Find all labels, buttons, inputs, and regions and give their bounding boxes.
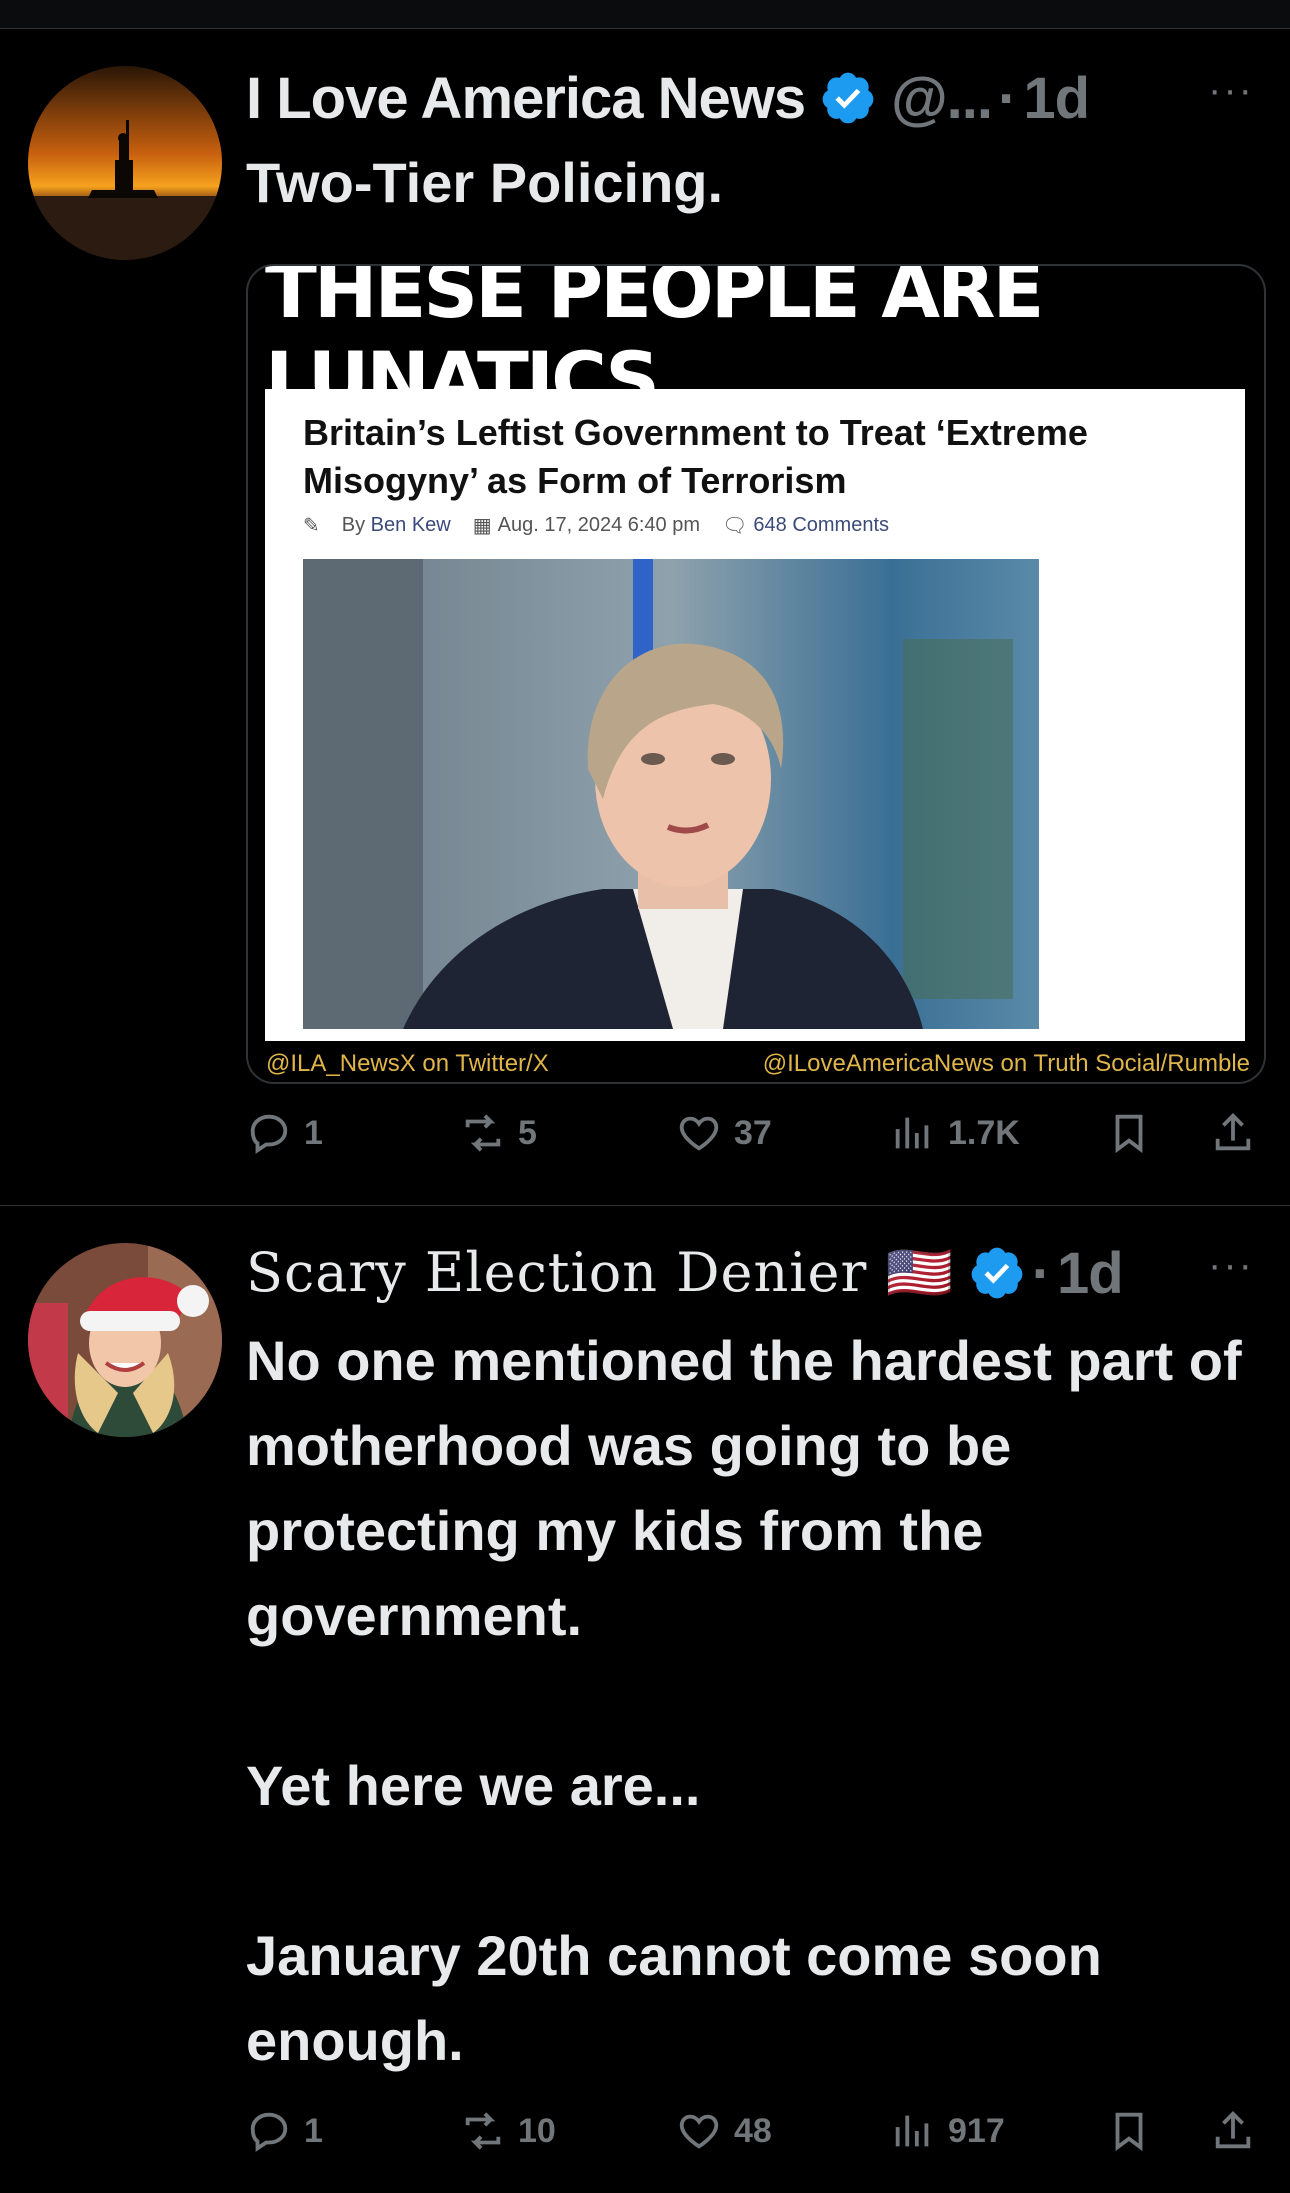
tweet-divider: [0, 1205, 1290, 1206]
article-headline: Britain’s Leftist Government to Treat ‘E…: [303, 412, 1088, 501]
like-button[interactable]: 37: [676, 1110, 772, 1156]
bookmark-button[interactable]: [1106, 2108, 1164, 2154]
avatar-i-love-america-news[interactable]: [28, 66, 222, 260]
timestamp[interactable]: 1d: [1023, 65, 1090, 132]
views-button[interactable]: 1.7K: [890, 1110, 1020, 1156]
calendar-icon: ▦: [472, 515, 492, 537]
like-button[interactable]: 48: [676, 2108, 772, 2154]
tweet-header: Scary Election Denier 🇺🇸 · 1d: [246, 1233, 1124, 1313]
tweet-text: Two-Tier Policing.: [246, 151, 724, 214]
repost-button[interactable]: 5: [460, 1110, 537, 1156]
separator-dot: ·: [1031, 1240, 1052, 1306]
repost-icon: [465, 2112, 501, 2150]
image-caption: @ILA_NewsX on Twitter/X @ILoveAmericaNew…: [248, 1050, 1264, 1078]
reply-icon: [250, 2112, 288, 2152]
verified-badge-icon: [968, 1244, 1026, 1302]
reply-icon: [250, 1114, 288, 1154]
tweet-actions: 1 10 48 917: [246, 2108, 1256, 2168]
tweet-actions: 1 5 37 1.7K: [246, 1110, 1256, 1170]
views-button[interactable]: 917: [890, 2108, 1005, 2154]
author-handle[interactable]: @...: [891, 65, 993, 132]
reply-button[interactable]: 1: [246, 1110, 323, 1156]
reply-button[interactable]: 1: [246, 2108, 323, 2154]
heart-icon: [679, 2114, 719, 2149]
tweet-text: No one mentioned the hardest part of mot…: [246, 1329, 1242, 2072]
repost-button[interactable]: 10: [460, 2108, 556, 2154]
bookmark-button[interactable]: [1106, 1110, 1164, 1156]
comments-icon: 🗨: [722, 515, 748, 537]
view-count: 917: [948, 2111, 1005, 2150]
verified-badge-icon: [819, 69, 877, 127]
view-count: 1.7K: [948, 1113, 1020, 1152]
article-photo: [303, 559, 1039, 1029]
byline-prefix: By: [341, 514, 366, 536]
share-button[interactable]: [1210, 2108, 1268, 2154]
more-options-icon[interactable]: ···: [1208, 68, 1254, 113]
heart-icon: [679, 1116, 719, 1151]
article-date: Aug. 17, 2024 6:40 pm: [497, 514, 701, 536]
views-icon: [895, 2115, 929, 2147]
author-name[interactable]: I Love America News: [246, 65, 806, 132]
tweet-media-image[interactable]: THESE PEOPLE ARE LUNATICS Britain’s Left…: [246, 264, 1266, 1084]
bookmark-icon: [1115, 2112, 1143, 2152]
like-count: 37: [734, 1113, 772, 1152]
reply-count: 1: [304, 2111, 323, 2150]
pencil-icon: ✎: [303, 515, 320, 537]
caption-left: @ILA_NewsX on Twitter/X: [266, 1050, 549, 1077]
repost-icon: [465, 1114, 501, 1152]
share-button[interactable]: [1210, 1110, 1268, 1156]
views-icon: [895, 1117, 929, 1149]
reply-count: 1: [304, 1113, 323, 1152]
article-byline: ✎ By Ben Kew ▦ Aug. 17, 2024 6:40 pm 🗨 6…: [303, 513, 889, 538]
top-status-strip: [0, 0, 1290, 29]
separator-dot: ·: [998, 65, 1018, 131]
author-name[interactable]: Scary Election Denier 🇺🇸: [246, 1241, 954, 1305]
timestamp[interactable]: 1d: [1057, 1240, 1124, 1307]
repost-count: 10: [518, 2111, 556, 2150]
tweet-header: I Love America News @... · 1d: [246, 58, 1090, 138]
article-comments: 648 Comments: [753, 514, 890, 536]
meme-banner: THESE PEOPLE ARE LUNATICS: [265, 266, 1245, 424]
like-count: 48: [734, 2111, 772, 2150]
article-author: Ben Kew: [370, 514, 451, 536]
share-icon: [1215, 1113, 1251, 1151]
share-icon: [1215, 2111, 1251, 2149]
bookmark-icon: [1115, 1114, 1143, 1154]
more-options-icon[interactable]: ···: [1208, 1243, 1254, 1288]
article-screenshot: THESE PEOPLE ARE LUNATICS Britain’s Left…: [260, 266, 1250, 1046]
repost-count: 5: [518, 1113, 537, 1152]
avatar-scary-election-denier[interactable]: [28, 1243, 222, 1437]
caption-right: @ILoveAmericaNews on Truth Social/Rumble: [762, 1050, 1250, 1077]
